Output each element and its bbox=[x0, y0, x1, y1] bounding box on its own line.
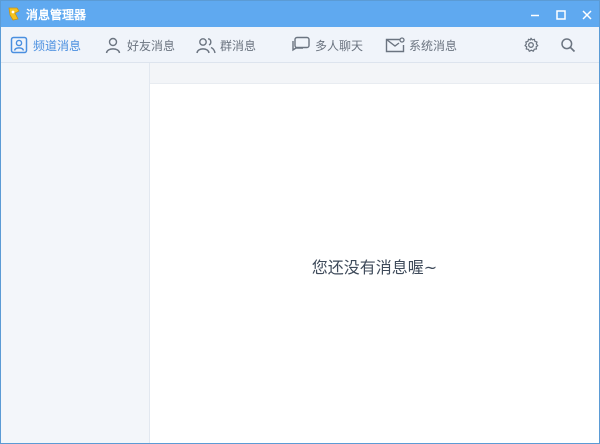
friend-icon bbox=[103, 35, 123, 55]
message-manager-window: 消息管理器 频道消息 好友消息 群消息 多人聊天 系统消息 您还没有消息喔~ bbox=[0, 0, 600, 444]
app-icon bbox=[6, 6, 22, 22]
tab-label: 群消息 bbox=[220, 38, 257, 53]
tab-label: 频道消息 bbox=[33, 38, 82, 53]
chat-icon bbox=[291, 35, 311, 55]
tab-system-messages[interactable]: 系统消息 bbox=[385, 27, 457, 63]
message-content-area: 您还没有消息喔~ bbox=[150, 84, 599, 443]
maximize-button[interactable] bbox=[549, 1, 573, 27]
system-mail-icon bbox=[385, 35, 405, 55]
toolbar: 频道消息 好友消息 群消息 多人聊天 系统消息 bbox=[1, 27, 599, 63]
maximize-icon bbox=[556, 5, 566, 24]
tab-label: 系统消息 bbox=[409, 38, 458, 53]
channel-list-sidebar bbox=[1, 63, 150, 443]
group-icon bbox=[196, 35, 216, 55]
content-header-bar bbox=[150, 63, 599, 84]
window-title: 消息管理器 bbox=[26, 7, 87, 22]
tab-group-messages[interactable]: 群消息 bbox=[196, 27, 256, 63]
minimize-icon bbox=[530, 5, 540, 24]
channel-icon bbox=[9, 35, 29, 55]
search-icon[interactable] bbox=[558, 35, 578, 55]
title-bar[interactable]: 消息管理器 bbox=[1, 1, 599, 27]
tab-label: 好友消息 bbox=[127, 38, 176, 53]
empty-state-message: 您还没有消息喔~ bbox=[311, 258, 438, 277]
close-button[interactable] bbox=[575, 1, 599, 27]
tab-friend-messages[interactable]: 好友消息 bbox=[103, 27, 175, 63]
tab-label: 多人聊天 bbox=[315, 38, 364, 53]
tab-channel-messages[interactable]: 频道消息 bbox=[9, 27, 81, 63]
window-controls bbox=[521, 1, 599, 27]
minimize-button[interactable] bbox=[523, 1, 547, 27]
gear-icon[interactable] bbox=[521, 35, 541, 55]
close-icon bbox=[582, 5, 592, 24]
tab-group-chat[interactable]: 多人聊天 bbox=[291, 27, 363, 63]
